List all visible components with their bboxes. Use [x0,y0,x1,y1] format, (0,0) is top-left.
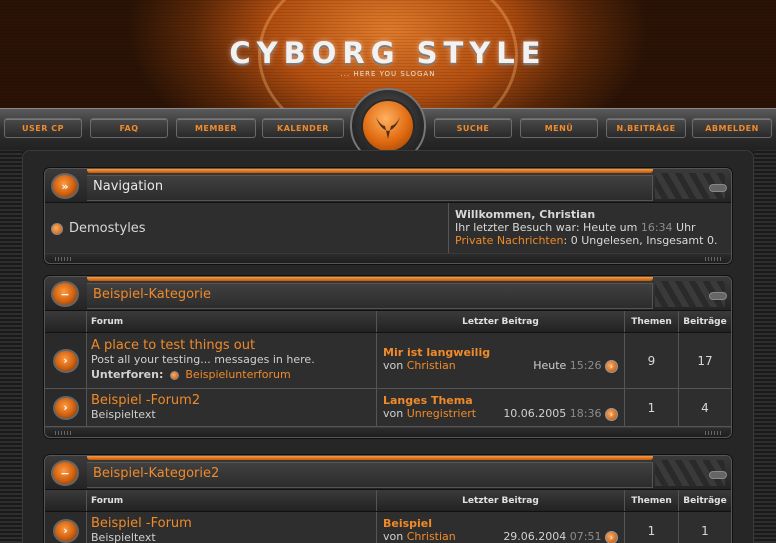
navigation-box: » Navigation Demostyles Willkommen, Chri… [44,168,732,264]
pm-status: : 0 Ungelesen, Insgesamt 0. [563,234,718,247]
last-post-author-link[interactable]: Unregistriert [407,407,476,420]
navigation-box-header: » Navigation [45,169,731,203]
category-title[interactable]: Beispiel-Kategorie [93,287,211,302]
collapse-toggle[interactable] [709,184,727,192]
topic-count: 9 [625,333,679,388]
nav-menu[interactable]: MENÜ [520,118,598,138]
forum-status-icon: › [52,395,79,420]
go-to-last-post-icon[interactable]: › [605,360,618,373]
navigation-title: Navigation [93,179,164,194]
left-side-decoration [0,150,22,543]
collapse-minus-icon[interactable]: − [51,460,79,486]
last-post-title-link[interactable]: Beispiel [383,517,618,530]
nav-logout[interactable]: ABMELDEN [692,118,772,138]
post-count: 4 [701,400,709,415]
welcome-panel: Willkommen, Christian Ihr letzter Besuch… [449,203,731,253]
forum-title-link[interactable]: Beispiel -Forum2 [91,393,376,408]
last-post-title-link[interactable]: Mir ist langweilig [383,346,618,359]
subforum-link[interactable]: Beispielunterforum [185,368,290,381]
category-title[interactable]: Beispiel-Kategorie2 [93,466,219,481]
forum-table-header: Forum Letzter Beitrag Themen Beiträge [45,490,731,512]
forum-row: › Beispiel -Forum2 Beispieltext Langes T… [45,389,731,427]
welcome-title: Willkommen, Christian [455,208,596,221]
quake-logo-icon [361,99,415,153]
collapse-toggle[interactable] [709,471,727,479]
nav-faq[interactable]: FAQ [90,118,168,138]
post-count: 1 [701,523,709,538]
double-chevron-icon[interactable]: » [51,173,79,199]
forum-status-icon: › [52,518,79,543]
nav-suche[interactable]: SUCHE [434,118,512,138]
go-to-last-post-icon[interactable]: › [605,408,618,421]
category-header: − Beispiel-Kategorie [45,277,731,311]
collapse-minus-icon[interactable]: − [51,281,79,307]
topic-count: 1 [625,389,679,426]
go-to-last-post-icon[interactable]: › [605,531,618,543]
forum-row: › A place to test things out Post all yo… [45,333,731,389]
category-box-1: − Beispiel-Kategorie Forum Letzter Beitr… [44,276,732,438]
forum-status-icon: › [52,348,79,373]
forum-description: Post all your testing... messages in her… [91,353,315,366]
site-slogan: ... HERE YOU SLOGAN [340,70,436,78]
last-post-title-link[interactable]: Langes Thema [383,394,618,407]
forum-title-link[interactable]: A place to test things out [91,338,376,353]
last-visit-time: 16:34 [640,221,673,234]
bullet-icon [51,222,63,235]
nav-user-cp[interactable]: USER CP [4,118,82,138]
collapse-toggle[interactable] [709,292,727,300]
forum-description: Beispieltext [91,408,156,421]
topic-count: 1 [625,512,679,543]
forum-row: › Beispiel -Forum Beispieltext Beispiel … [45,512,731,543]
forum-table-header: Forum Letzter Beitrag Themen Beiträge [45,311,731,333]
private-messages-link[interactable]: Private Nachrichten [455,234,564,247]
site-logo[interactable]: CYBORG STYLE [0,36,776,70]
right-side-decoration [754,150,776,543]
post-count: 17 [697,353,713,368]
forum-description: Beispieltext [91,531,156,543]
breadcrumb-demostyles[interactable]: Demostyles [69,221,146,236]
category-box-2: − Beispiel-Kategorie2 Forum Letzter Beit… [44,455,732,543]
last-post-author-link[interactable]: Christian [407,530,456,543]
nav-member[interactable]: MEMBER [176,118,256,138]
forum-title-link[interactable]: Beispiel -Forum [91,516,376,531]
category-header: − Beispiel-Kategorie2 [45,456,731,490]
nav-kalender[interactable]: KALENDER [262,118,344,138]
last-post-author-link[interactable]: Christian [407,359,456,372]
nav-new-posts[interactable]: N.BEITRÄGE [606,118,686,138]
subforum-icon [169,370,179,380]
